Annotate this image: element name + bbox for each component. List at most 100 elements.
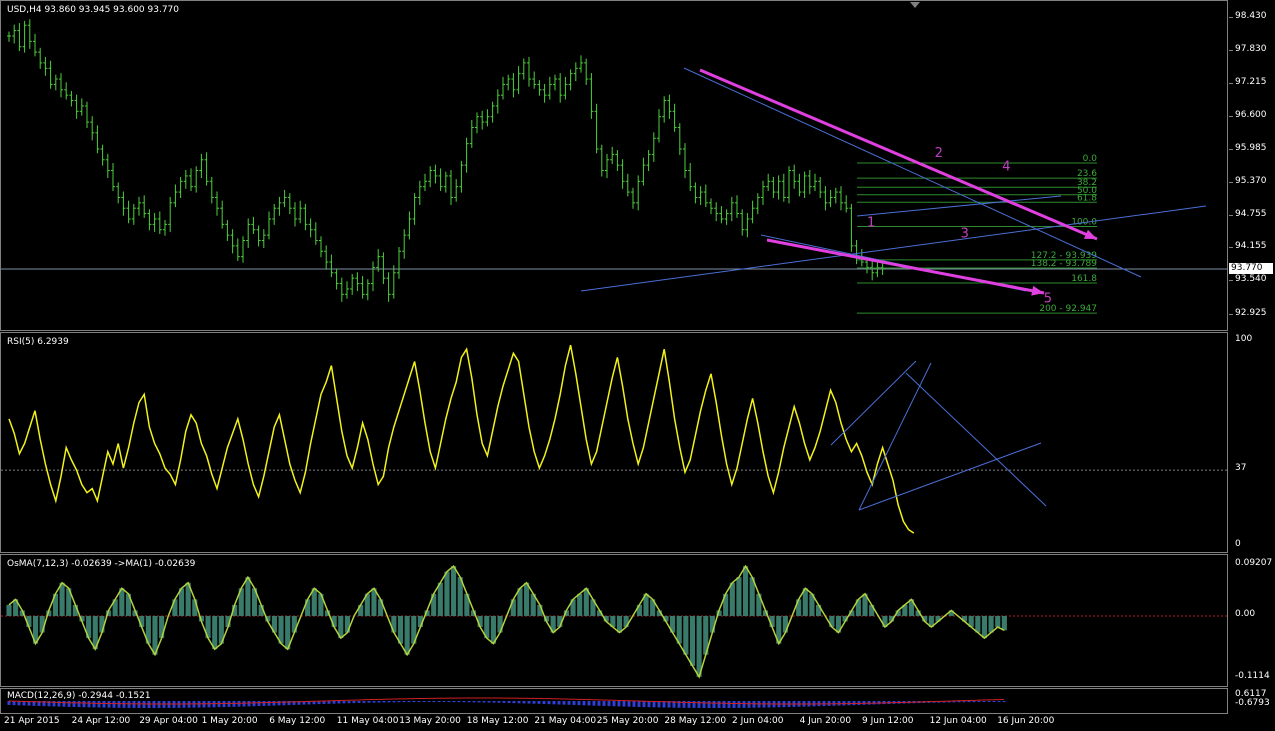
rsi-pane[interactable]: RSI(5) 6.2939 — [0, 332, 1228, 553]
price-bar — [542, 83, 547, 103]
macd-level-label: -0.6793 — [1235, 698, 1270, 708]
price-bar — [324, 245, 329, 270]
price-bar — [137, 196, 141, 216]
time-axis-label: 6 May 12:00 — [269, 716, 326, 726]
price-bar — [277, 196, 282, 216]
time-axis[interactable]: 21 Apr 2015 24 Apr 12:00 29 Apr 04:00 1 May… — [0, 714, 1228, 731]
time-axis-label: 24 Apr 12:00 — [71, 716, 131, 726]
price-bar — [537, 80, 542, 96]
price-chart-canvas[interactable]: 0.023.638.250.061.8100.0127.2 - 93.93913… — [1, 1, 1228, 331]
price-level-label: 94.755 — [1235, 209, 1267, 219]
price-bar — [246, 218, 251, 249]
price-bar — [220, 200, 225, 229]
price-bar — [116, 182, 121, 204]
price-bar — [506, 74, 511, 91]
time-axis-label: 21 May 04:00 — [534, 716, 597, 726]
price-bar — [641, 157, 646, 186]
price-bar — [511, 73, 516, 98]
osma-pane[interactable]: OsMA(7,12,3) -0.02639 ->MA(1) -0.02639 — [0, 554, 1228, 687]
price-bar — [636, 175, 641, 211]
price-bar — [22, 20, 27, 53]
osma-canvas[interactable] — [1, 555, 1228, 687]
price-bar — [667, 94, 672, 119]
price-tick — [1229, 49, 1233, 51]
price-bar — [423, 173, 427, 191]
price-level-label: 92.925 — [1235, 307, 1267, 318]
price-bar — [59, 73, 63, 98]
price-bar — [428, 166, 433, 188]
chart-shift-marker[interactable] — [910, 2, 920, 8]
price-bar — [724, 209, 729, 225]
price-bar — [298, 200, 303, 224]
price-bar — [599, 144, 604, 177]
price-bar — [802, 171, 807, 198]
fib-level-label: 61.8 — [1077, 193, 1097, 203]
price-level-label: 97.830 — [1235, 43, 1267, 54]
macd-canvas[interactable] — [1, 689, 1228, 714]
price-bar — [235, 238, 240, 261]
price-level-label: 97.215 — [1235, 76, 1267, 87]
price-bar — [157, 211, 162, 235]
price-bar — [376, 249, 381, 272]
price-bar — [573, 62, 578, 82]
price-bar — [579, 55, 583, 73]
price-bar — [740, 209, 745, 236]
price-bar — [293, 202, 297, 227]
price-bar — [761, 180, 765, 205]
price-bar — [714, 202, 719, 222]
price-bar — [27, 19, 32, 49]
price-bar — [209, 176, 214, 204]
price-chart-pane[interactable]: USD,H4 93.860 93.945 93.600 93.770 0.0 23… — [0, 0, 1228, 331]
price-bar — [407, 211, 412, 240]
price-bar — [417, 180, 422, 205]
wave-label: 3 — [961, 226, 969, 241]
price-bar — [329, 254, 334, 278]
price-bar — [85, 101, 89, 129]
price-bar — [339, 277, 344, 302]
macd-axis: 0.6117 -0.6793 — [1229, 688, 1275, 714]
price-bar — [17, 23, 22, 52]
price-bar — [121, 191, 126, 216]
price-bar — [7, 31, 11, 42]
price-axis[interactable]: 98.430 97.830 97.215 96.600 95.985 95.370 94.7… — [1229, 0, 1275, 331]
price-bar — [589, 73, 594, 119]
price-bar — [194, 166, 199, 193]
price-bar — [163, 220, 167, 236]
fib-level-label: 138.2 - 93.789 — [1031, 259, 1097, 269]
price-bar — [703, 184, 708, 208]
time-axis-label: 4 Jun 20:00 — [799, 716, 852, 726]
price-bar — [74, 94, 79, 119]
price-tick — [1229, 215, 1233, 216]
price-bar — [495, 89, 500, 114]
price-bar — [272, 203, 277, 225]
price-bar — [173, 184, 178, 208]
price-bar — [230, 229, 235, 254]
price-bar — [615, 150, 620, 172]
price-bar — [178, 176, 183, 198]
fib-level-label: 0.0 — [1083, 154, 1098, 164]
price-bar — [111, 163, 115, 191]
price-bar — [849, 203, 854, 252]
price-bar — [402, 229, 407, 259]
price-bar — [828, 189, 833, 208]
price-bar — [818, 176, 823, 198]
price-bar — [282, 189, 287, 208]
osma-axis: 0.09207 0.00 -0.1114 — [1229, 554, 1275, 687]
price-bar — [568, 69, 573, 91]
price-tick — [1229, 181, 1233, 183]
price-bar — [69, 90, 74, 107]
price-bar — [854, 239, 859, 265]
price-bar — [126, 200, 131, 224]
price-bar — [38, 47, 43, 69]
price-bar — [844, 195, 849, 213]
macd-pane[interactable]: MACD(12,26,9) -0.2944 -0.1521 — [0, 688, 1228, 714]
osma-level-label: 0.00 — [1235, 608, 1256, 619]
price-bar — [350, 273, 355, 295]
price-bar — [152, 213, 157, 232]
time-axis-label: 2 Jun 04:00 — [732, 716, 784, 726]
price-bar — [813, 173, 817, 191]
wave-label: 5 — [1044, 291, 1052, 306]
rsi-canvas[interactable] — [1, 333, 1228, 553]
price-bar — [287, 193, 292, 215]
price-bar — [776, 175, 781, 200]
